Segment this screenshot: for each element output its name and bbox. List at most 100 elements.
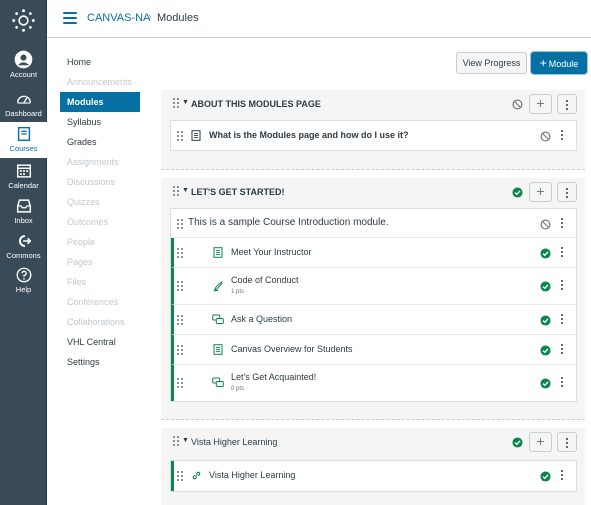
drag-handle-icon[interactable] [177, 281, 183, 291]
view-progress-button[interactable]: View Progress [456, 52, 527, 74]
drag-handle-icon[interactable] [173, 98, 179, 110]
module-menu-button[interactable] [557, 182, 577, 202]
course-nav-syllabus[interactable]: Syllabus [60, 112, 140, 132]
kebab-menu-icon[interactable] [559, 280, 565, 292]
module-item[interactable]: Vista Higher Learning [171, 461, 576, 491]
kebab-menu-icon[interactable] [559, 247, 565, 259]
course-nav-discussions[interactable]: Discussions [60, 172, 140, 192]
canvas-logo-icon[interactable] [11, 8, 36, 33]
global-nav-help[interactable]: Help [0, 266, 47, 302]
module-title: LET'S GET STARTED! [191, 187, 285, 197]
dashboard-icon [16, 95, 31, 104]
global-nav-calendar[interactable]: Calendar [0, 162, 47, 198]
course-nav-pages[interactable]: Pages [60, 252, 140, 272]
published-check-icon[interactable] [540, 345, 551, 356]
drag-handle-icon[interactable] [177, 131, 183, 141]
drag-handle-icon[interactable] [177, 219, 183, 229]
add-item-button[interactable]: + [529, 94, 552, 114]
drag-handle-icon[interactable] [173, 436, 179, 448]
commons-icon [18, 235, 31, 247]
drag-handle-icon[interactable] [177, 315, 183, 325]
discussion-icon [212, 377, 224, 387]
course-nav-outcomes[interactable]: Outcomes [60, 212, 140, 232]
account-icon [14, 50, 33, 69]
course-nav-grades[interactable]: Grades [60, 132, 140, 152]
course-nav-people[interactable]: People [60, 232, 140, 252]
published-check-icon[interactable] [540, 471, 551, 482]
page-icon [213, 344, 223, 355]
module-header[interactable]: ▼ ABOUT THIS MODULES PAGE + [161, 90, 585, 120]
breadcrumb-course-link[interactable]: CANVAS-NA [87, 12, 150, 24]
kebab-menu-icon[interactable] [559, 218, 565, 230]
course-nav-conferences[interactable]: Conferences [60, 292, 140, 312]
module-header[interactable]: ▼ LET'S GET STARTED! + [161, 178, 585, 208]
published-check-icon[interactable] [540, 248, 551, 259]
course-nav-vhl-central[interactable]: VHL Central [60, 332, 140, 352]
module-item-title[interactable]: Meet Your Instructor [231, 247, 312, 257]
collapse-caret-icon[interactable]: ▼ [182, 187, 189, 194]
module-item[interactable]: Let's Get Acquainted! 0 pts [171, 365, 576, 401]
module-item[interactable]: Meet Your Instructor [171, 238, 576, 268]
global-nav-commons[interactable]: Commons [0, 232, 47, 268]
link-icon [192, 471, 201, 480]
course-nav-settings[interactable]: Settings [60, 352, 140, 372]
published-check-icon[interactable] [540, 281, 551, 292]
kebab-menu-icon[interactable] [559, 344, 565, 356]
module-vista-higher-learning: ▼ Vista Higher Learning + Vista Higher L… [161, 428, 585, 505]
module-item-title[interactable]: Let's Get Acquainted! [231, 372, 316, 382]
module-items: What is the Modules page and how do I us… [170, 120, 577, 151]
module-item[interactable]: Canvas Overview for Students [171, 335, 576, 365]
module-items: This is a sample Course Introduction mod… [170, 208, 577, 402]
global-nav-dashboard[interactable]: Dashboard [0, 90, 47, 126]
module-item[interactable]: What is the Modules page and how do I us… [171, 121, 576, 150]
drag-handle-icon[interactable] [177, 248, 183, 258]
course-nav-collaborations[interactable]: Collaborations [60, 312, 140, 332]
drag-handle-icon[interactable] [177, 345, 183, 355]
page-header: CANVAS-NA › Modules [47, 0, 591, 38]
kebab-menu-icon[interactable] [559, 377, 565, 389]
module-menu-button[interactable] [557, 432, 577, 452]
drag-handle-icon[interactable] [177, 471, 183, 481]
breadcrumb-current-page: Modules [157, 12, 199, 24]
unpublished-icon[interactable] [540, 219, 551, 230]
published-check-icon[interactable] [540, 378, 551, 389]
module-item-title[interactable]: Vista Higher Learning [209, 470, 295, 480]
published-check-icon[interactable] [540, 315, 551, 326]
module-item[interactable]: Code of Conduct 1 pts [171, 268, 576, 305]
global-nav-account[interactable]: Account [0, 50, 47, 86]
module-header[interactable]: ▼ Vista Higher Learning + [161, 428, 585, 458]
drag-handle-icon[interactable] [173, 186, 179, 198]
module-item-title[interactable]: What is the Modules page and how do I us… [209, 130, 409, 140]
kebab-menu-icon[interactable] [559, 470, 565, 482]
published-check-icon[interactable] [512, 187, 523, 198]
published-check-icon[interactable] [512, 437, 523, 448]
add-item-button[interactable]: + [529, 182, 552, 202]
add-item-button[interactable]: + [529, 432, 552, 452]
kebab-menu-icon[interactable] [559, 130, 565, 142]
hamburger-menu-icon[interactable] [63, 12, 77, 24]
course-nav-files[interactable]: Files [60, 272, 140, 292]
drag-handle-icon[interactable] [177, 378, 183, 388]
add-module-button[interactable]: + Module [531, 52, 587, 74]
unpublished-icon[interactable] [512, 99, 523, 110]
course-nav-home[interactable]: Home [60, 52, 140, 72]
unpublished-icon[interactable] [540, 131, 551, 142]
module-about: ▼ ABOUT THIS MODULES PAGE + What is the … [161, 90, 585, 170]
course-nav-assignments[interactable]: Assignments [60, 152, 140, 172]
module-item[interactable]: Ask a Question [171, 305, 576, 335]
global-nav-inbox[interactable]: Inbox [0, 197, 47, 233]
module-text-header[interactable]: This is a sample Course Introduction mod… [171, 209, 576, 238]
collapse-caret-icon[interactable]: ▼ [182, 437, 189, 444]
collapse-caret-icon[interactable]: ▼ [182, 99, 189, 106]
course-nav-announcements[interactable]: Announcements [60, 72, 140, 92]
global-nav-help-label: Help [15, 285, 32, 294]
kebab-menu-icon[interactable] [559, 314, 565, 326]
module-menu-button[interactable] [557, 94, 577, 114]
module-item-title[interactable]: Canvas Overview for Students [231, 344, 353, 354]
course-nav-modules[interactable]: Modules [60, 92, 140, 112]
module-item-title[interactable]: Code of Conduct [231, 275, 299, 285]
global-nav-courses[interactable]: Courses [0, 122, 47, 158]
module-item-title[interactable]: Ask a Question [231, 314, 292, 324]
course-nav-quizzes[interactable]: Quizzes [60, 192, 140, 212]
plus-icon: + [539, 56, 547, 70]
